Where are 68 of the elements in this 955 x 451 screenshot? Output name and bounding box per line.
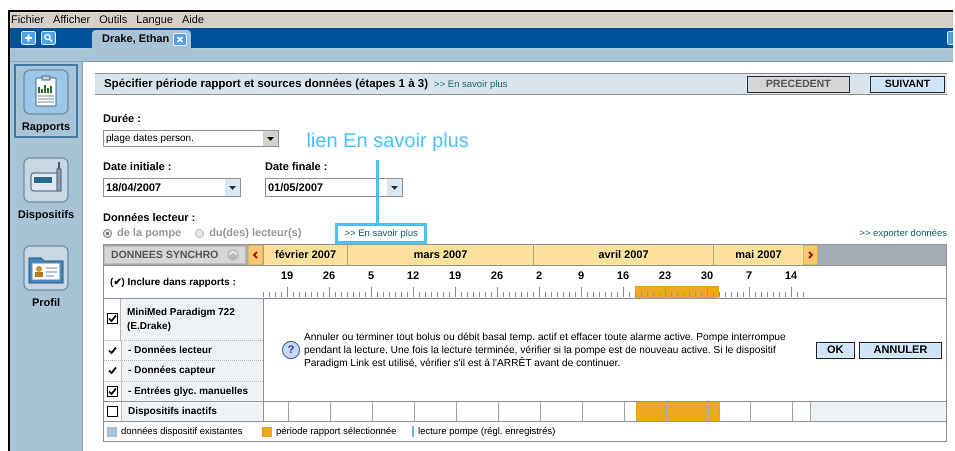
start-date-field[interactable]: 18/04/2007 [103, 178, 241, 197]
month-header: mars 2007 [347, 245, 533, 265]
menu-item[interactable]: Afficher [53, 14, 90, 26]
radio-label: du(des) lecteur(s) [209, 227, 302, 239]
ok-button[interactable]: OK [816, 342, 854, 358]
day-label: 5 [368, 270, 374, 282]
day-label: 9 [578, 270, 584, 282]
next-button[interactable]: SUIVANT [870, 76, 945, 92]
menu-item[interactable]: Fichier [11, 14, 44, 26]
duration-dropdown[interactable]: plage dates person. [103, 130, 279, 147]
chevron-left-icon[interactable] [248, 245, 263, 265]
cancel-button[interactable]: ANNULER [858, 342, 942, 358]
sync-icon [227, 249, 239, 261]
legend-label: lecture pompe (régl. enregistrés) [418, 426, 556, 437]
field-label: Données lecteur : [103, 212, 196, 224]
day-label: 26 [490, 270, 504, 282]
menu-item[interactable]: Langue [136, 14, 173, 26]
toolbar-button-icon[interactable] [947, 31, 953, 45]
sidebar-item[interactable]: Rapports [14, 64, 78, 138]
search-icon[interactable] [41, 31, 56, 45]
checkbox[interactable] [107, 406, 118, 417]
day-label: 12 [406, 270, 420, 282]
include-label: (✔) Inclure dans rapports : [109, 276, 237, 290]
legend-label: données dispositif existantes [121, 426, 242, 437]
day-label: 7 [746, 270, 752, 282]
sidebar-item[interactable]: Profil [14, 240, 78, 314]
day-label: 26 [322, 270, 336, 282]
month-header: avril 2007 [533, 245, 713, 265]
clipboard-chart-icon [23, 69, 69, 115]
menu-item[interactable]: Outils [99, 14, 128, 26]
checkbox[interactable] [107, 386, 118, 397]
learn-more-link[interactable]: >> En savoir plus [344, 228, 418, 238]
sidebar-item[interactable]: Dispositifs [14, 152, 78, 226]
id-card-icon [23, 245, 69, 291]
device-label: Dispositifs inactifs [127, 405, 218, 419]
device-label: - Données lecteur [127, 344, 213, 358]
patient-tab[interactable]: Drake, Ethan [92, 30, 192, 48]
page-title: Spécifier période rapport et sources données (étapes 1 à 3) [104, 78, 428, 90]
month-header: février 2007 [263, 245, 347, 265]
field-label: Date finale : [265, 161, 328, 173]
day-label: 30 [700, 270, 714, 282]
radio-label: de la pompe [117, 227, 182, 239]
close-icon[interactable] [173, 32, 188, 46]
device-label: - Données capteur [127, 364, 216, 378]
day-label: 19 [448, 270, 462, 282]
pump-device-icon [23, 157, 69, 203]
day-label: 2 [536, 270, 542, 282]
export-data-link[interactable]: >> exporter données [859, 228, 947, 238]
day-label: 16 [616, 270, 630, 282]
sync-data-button[interactable]: DONNEES SYNCHRO [104, 246, 246, 264]
plus-icon[interactable] [21, 31, 36, 45]
day-label: 14 [784, 270, 798, 282]
warning-message: Annuler ou terminer tout bolus ou débit basal temp. actif et effacer toute alarme active. Pompe interrompue pendant la lecture. Une fois la lecture terminée, vérifier si la pompe est de nouveau active. Si le dispositif Paradigm Link est utilisé, vérifier s'il est à l'ARRÊT avant de continuer. [304, 330, 787, 370]
chevron-right-icon[interactable] [803, 245, 818, 265]
field-label: Date initiale : [103, 161, 172, 173]
device-label: MiniMed Paradigm 722 (E.Drake) [126, 306, 236, 334]
checkbox[interactable] [106, 313, 118, 324]
day-label: 19 [280, 270, 294, 282]
month-header: mai 2007 [713, 245, 803, 265]
legend-label: période rapport sélectionnée [276, 426, 396, 437]
callout-label: lien En savoir plus [306, 130, 469, 152]
device-label: - Entrées glyc. manuelles [127, 384, 250, 399]
field-label: Durée : [103, 113, 142, 125]
menu-item[interactable]: Aide [182, 14, 204, 26]
help-icon: ? [282, 341, 300, 359]
day-label: 23 [658, 270, 672, 282]
learn-more-link[interactable]: >> En savoir plus [434, 78, 508, 90]
end-date-field[interactable]: 01/05/2007 [265, 178, 403, 197]
